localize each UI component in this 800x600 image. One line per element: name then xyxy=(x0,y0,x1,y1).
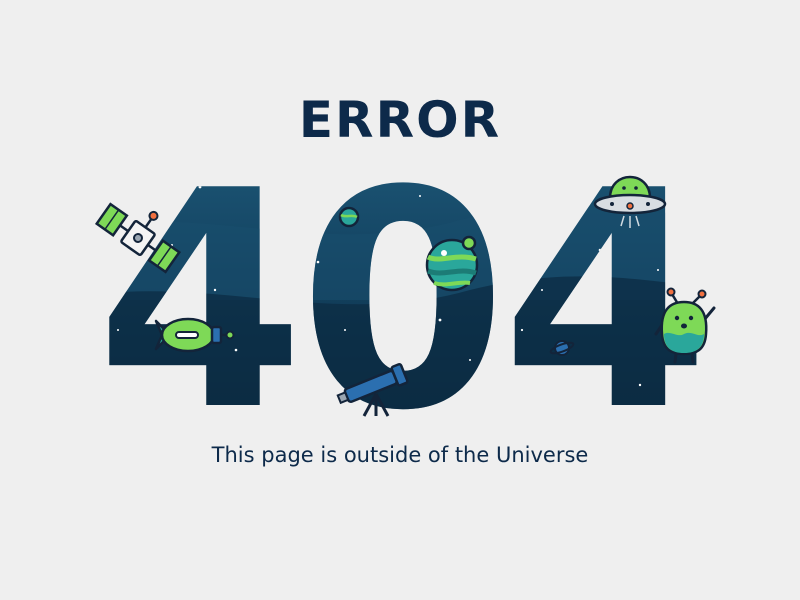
error-code-illustration: 404 404 xyxy=(94,127,716,476)
error-message: This page is outside of the Universe xyxy=(211,443,589,467)
error-code-digits: 404 xyxy=(95,127,710,476)
planet-icon xyxy=(338,206,360,228)
